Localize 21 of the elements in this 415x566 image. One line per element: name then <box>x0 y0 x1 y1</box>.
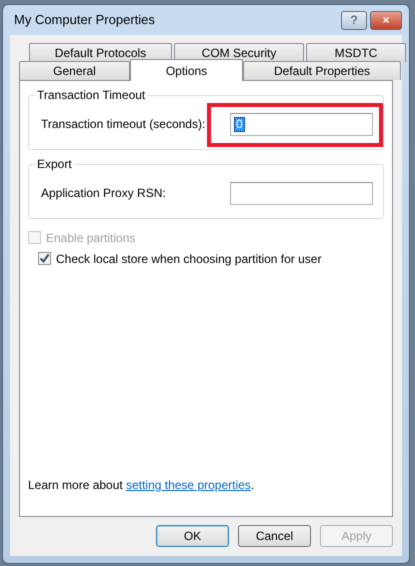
tab[interactable]: Options <box>130 59 243 81</box>
footer-text: . <box>250 478 254 492</box>
tab[interactable]: Default Properties <box>243 61 401 80</box>
tab[interactable]: General <box>19 61 130 80</box>
help-link[interactable]: setting these properties <box>126 478 251 492</box>
checkbox-label: Enable partitions <box>46 230 136 246</box>
field-label: Transaction timeout (seconds): <box>41 116 206 133</box>
tab[interactable]: Default Protocols <box>29 43 172 62</box>
dialog-button[interactable]: Cancel <box>238 525 311 547</box>
group-title: Export <box>36 158 73 170</box>
window-title: My Computer Properties <box>13 11 156 30</box>
group-title: Transaction Timeout <box>36 89 146 101</box>
checkbox-label: Check local store when choosing partition for user <box>56 250 322 268</box>
dialog-button[interactable]: OK <box>156 525 229 547</box>
field-value: 0 <box>234 116 245 132</box>
tab[interactable]: MSDTC <box>306 43 406 62</box>
field-label: Application Proxy RSN: <box>41 185 166 202</box>
help-button[interactable]: ? <box>341 10 367 30</box>
input-field[interactable] <box>230 182 373 204</box>
checkbox[interactable] <box>38 252 51 265</box>
footer-text: Learn more about <box>28 478 124 492</box>
